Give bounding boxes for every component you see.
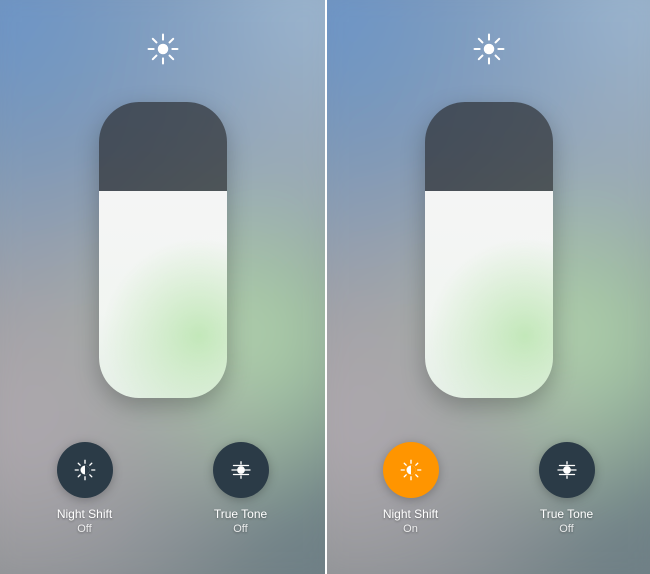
night-shift-icon [383, 442, 439, 498]
night-shift-toggle[interactable]: Night Shift On [361, 442, 461, 537]
brightness-icon [146, 32, 180, 66]
night-shift-title: Night Shift [383, 506, 438, 522]
panel-content: Night Shift Off [0, 0, 325, 574]
comparison-stage: Night Shift Off [0, 0, 650, 574]
toggle-row: Night Shift Off [0, 442, 325, 537]
true-tone-title: True Tone [214, 506, 267, 522]
night-shift-state: Off [57, 522, 112, 537]
brightness-slider-fill [425, 191, 553, 398]
true-tone-toggle[interactable]: True Tone Off [517, 442, 617, 537]
night-shift-icon [57, 442, 113, 498]
true-tone-label: True Tone Off [540, 506, 593, 537]
brightness-control-panel: Night Shift Off [0, 0, 325, 574]
night-shift-toggle[interactable]: Night Shift Off [35, 442, 135, 537]
true-tone-state: Off [214, 522, 267, 537]
brightness-slider-fill [99, 191, 227, 398]
true-tone-label: True Tone Off [214, 506, 267, 537]
brightness-icon [472, 32, 506, 66]
night-shift-state: On [383, 522, 438, 537]
panel-content: Night Shift On [327, 0, 650, 574]
night-shift-label: Night Shift Off [57, 506, 112, 537]
night-shift-label: Night Shift On [383, 506, 438, 537]
true-tone-title: True Tone [540, 506, 593, 522]
toggle-row: Night Shift On [327, 442, 650, 537]
true-tone-icon [213, 442, 269, 498]
brightness-slider[interactable] [99, 102, 227, 398]
brightness-slider[interactable] [425, 102, 553, 398]
night-shift-title: Night Shift [57, 506, 112, 522]
brightness-control-panel: Night Shift On [325, 0, 650, 574]
true-tone-state: Off [540, 522, 593, 537]
true-tone-toggle[interactable]: True Tone Off [191, 442, 291, 537]
true-tone-icon [539, 442, 595, 498]
